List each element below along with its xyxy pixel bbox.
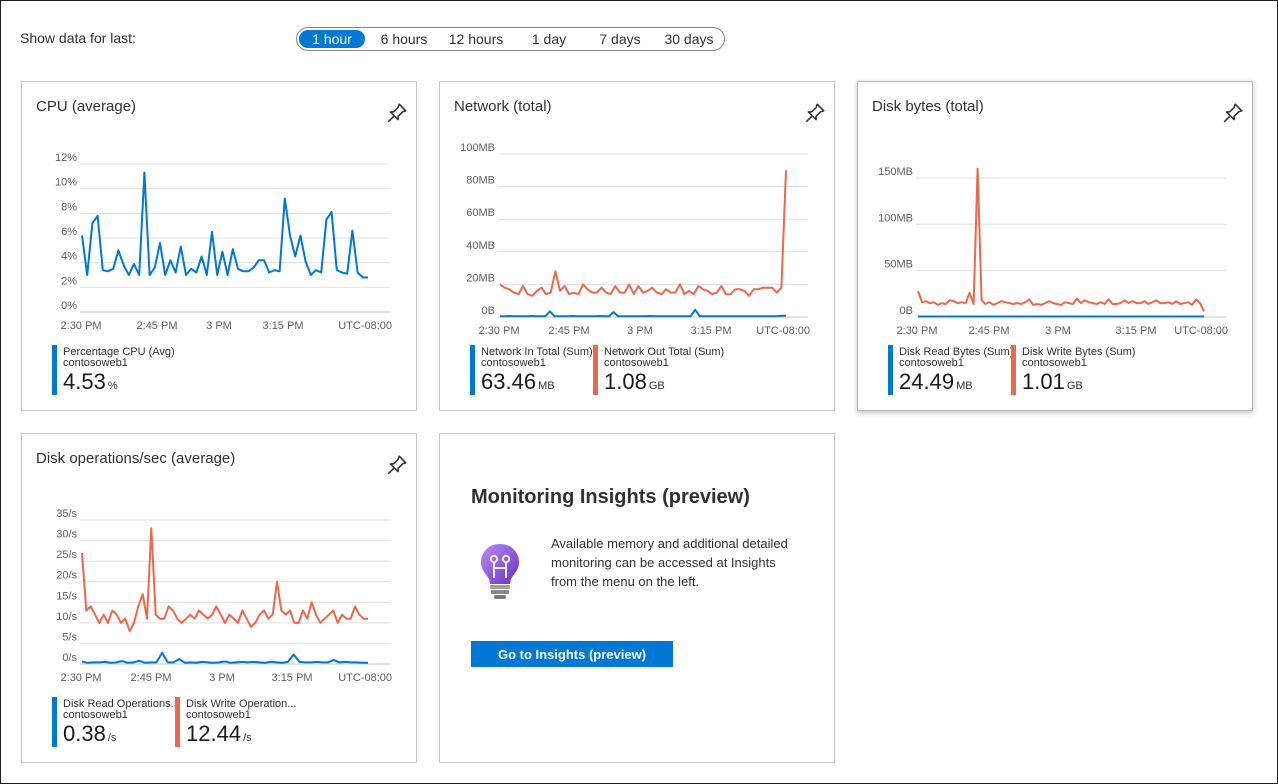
disk-bytes-chart-tile[interactable]: Disk bytes (total) 0B 50MB 100MB 150MB 2:30 … [857,81,1253,411]
x-tick-label: 2:30 PM [61,672,102,684]
y-tick-label: 0% [61,300,77,312]
y-tick-label: 60MB [466,207,495,219]
legend-network-in[interactable]: Network In Total (Sum) contosoweb1 63.46… [470,345,593,395]
legend-value: 1.01 [1022,369,1065,394]
monitoring-insights-tile: Monitoring Insights (preview) Available … [439,433,835,763]
x-tick-label: 3 PM [209,672,235,684]
x-tick-label: 2:45 PM [131,672,172,684]
legend-disk-read-ops[interactable]: Disk Read Operations... contosoweb1 0.38… [52,697,180,747]
y-tick-label: 35/s [56,508,77,520]
y-tick-label: 20MB [466,272,495,284]
series-line-2 [499,170,787,297]
y-tick-label: 0B [900,305,913,317]
x-tick-label: 2:45 PM [969,325,1010,337]
legend-resource: contosoweb1 [481,357,546,369]
x-tick-label: 2:45 PM [549,325,590,337]
lightbulb-icon [481,544,519,599]
legend-resource: contosoweb1 [63,357,128,369]
y-tick-label: 40MB [466,240,495,252]
x-tick-label: 3:15 PM [263,320,304,332]
legend-unit: /s [243,732,252,744]
x-tick-label: 3:15 PM [1116,325,1157,337]
legend-value: 4.53 [63,369,106,394]
legend-unit: GB [648,380,665,392]
legend-resource: contosoweb1 [1022,357,1087,369]
legend-unit: % [107,380,118,392]
x-tick-label: 2:30 PM [897,325,938,337]
y-tick-label: 20/s [56,570,77,582]
time-range-label: Show data for last: [20,30,136,46]
legend-disk-read-bytes[interactable]: Disk Read Bytes (Sum) contosoweb1 24.49 M… [888,345,1013,395]
y-tick-label: 15/s [56,590,77,602]
legend-resource: contosoweb1 [604,357,669,369]
insights-description: Available memory and additional detailed… [551,536,788,589]
range-option-1-hour[interactable]: 1 hour [299,30,365,48]
x-tick-label: 3:15 PM [691,325,732,337]
x-tick-label: 3 PM [627,325,653,337]
legend-disk-write-bytes[interactable]: Disk Write Bytes (Sum) contosoweb1 1.01 G… [1011,345,1135,395]
range-option-7-days[interactable]: 7 days [589,30,651,48]
network-chart-tile[interactable]: Network (total) 0B 20MB 40MB 60MB 80MB 100MB 2… [439,81,835,411]
range-option-1-day[interactable]: 1 day [521,30,577,48]
y-tick-label: 100MB [878,212,913,224]
y-tick-label: 8% [61,201,77,213]
legend-percentage-cpu[interactable]: Percentage CPU (Avg) contosoweb1 4.53% [52,345,175,395]
y-tick-label: 6% [61,226,77,238]
x-tick-label: 3 PM [1045,325,1071,337]
y-tick-label: 50MB [884,259,913,271]
y-tick-label: 25/s [56,549,77,561]
x-tick-label: 2:45 PM [137,320,178,332]
legend-disk-write-ops[interactable]: Disk Write Operation... contosoweb1 12.4… [175,697,296,747]
y-tick-label: 2% [61,275,77,287]
legend-resource: contosoweb1 [63,709,128,721]
timezone-label: UTC-08:00 [338,320,392,332]
x-tick-label: 3:15 PM [272,672,313,684]
range-option-30-days[interactable]: 30 days [657,30,721,48]
y-tick-label: 0/s [62,652,77,664]
legend-value: 63.46 [481,369,537,394]
series-line-2 [81,527,368,633]
timezone-label: UTC-08:00 [756,325,810,337]
x-tick-label: 3 PM [206,320,232,332]
y-tick-label: 80MB [466,175,495,187]
timezone-label: UTC-08:00 [1174,325,1228,337]
legend-unit: GB [1066,380,1083,392]
legend-unit: MB [538,380,555,392]
y-tick-label: 5/s [62,631,77,643]
y-tick-label: 10% [55,177,77,189]
y-tick-label: 4% [61,251,77,263]
range-option-12-hours[interactable]: 12 hours [441,30,511,48]
y-tick-label: 0B [482,305,495,317]
legend-unit: MB [956,380,973,392]
x-tick-label: 2:30 PM [61,320,102,332]
series-line-1 [500,308,786,318]
y-tick-label: 100MB [460,142,495,154]
time-range-selector: 1 hour 6 hours 12 hours 1 day 7 days 30 … [296,27,725,51]
legend-value: 0.38 [63,721,106,746]
legend-value: 1.08 [604,369,647,394]
legend-unit: /s [107,732,117,744]
range-option-6-hours[interactable]: 6 hours [373,30,435,48]
timezone-label: UTC-08:00 [338,672,392,684]
y-tick-label: 10/s [56,611,77,623]
x-tick-label: 2:30 PM [479,325,520,337]
legend-resource: contosoweb1 [899,357,964,369]
legend-value: 24.49 [899,369,955,394]
insights-title: Monitoring Insights (preview) [471,486,750,508]
legend-resource: contosoweb1 [186,709,251,721]
y-tick-label: 150MB [878,166,913,178]
disk-operations-chart-tile[interactable]: Disk operations/sec (average) 0/s 5/s 10/s… [21,433,417,763]
y-tick-label: 30/s [56,529,77,541]
legend-network-out[interactable]: Network Out Total (Sum) contosoweb1 1.08… [593,345,724,395]
cpu-chart-tile[interactable]: CPU (average) 0% 2% 4% 6% 8% 10% 12% 2:30 PM 2:4… [21,81,417,411]
go-to-insights-button[interactable]: Go to Insights (preview) [471,641,673,667]
series-line-1 [81,651,368,664]
y-tick-label: 12% [55,152,77,164]
legend-value: 12.44 [186,721,242,746]
series-line-2 [917,167,1205,312]
